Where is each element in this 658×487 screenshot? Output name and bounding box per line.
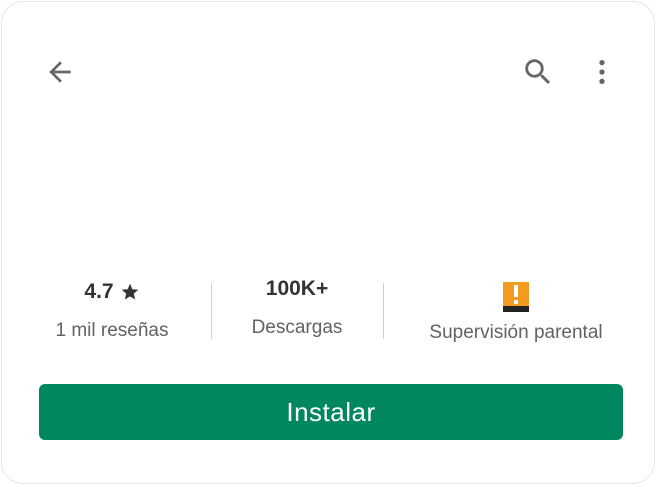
more-options-button[interactable]: [582, 50, 622, 94]
rating-value-row: 4.7: [32, 280, 192, 304]
search-icon: [525, 59, 551, 85]
install-button[interactable]: Instalar: [39, 384, 623, 440]
parental-label: Supervisión parental: [429, 322, 603, 343]
more-vertical-icon: [599, 60, 605, 84]
star-icon: [121, 283, 138, 300]
rating-stat[interactable]: 4.7 1 mil reseñas: [32, 280, 192, 342]
back-button[interactable]: [38, 50, 82, 94]
arrow-back-icon: [49, 61, 71, 83]
downloads-value: 100K+: [265, 277, 329, 300]
downloads-label: Descargas: [251, 317, 343, 338]
divider: [383, 283, 384, 339]
divider: [211, 283, 212, 339]
rating-label: 1 mil reseñas: [55, 320, 169, 341]
parental-supervision-stat[interactable]: Supervisión parental: [404, 282, 628, 344]
downloads-stat: 100K+ Descargas: [222, 277, 372, 339]
parental-icon-row: [404, 282, 628, 312]
rating-value: 4.7: [84, 280, 114, 303]
parental-supervision-icon: [503, 282, 529, 312]
app-details-card: 4.7 1 mil reseñas 100K+ Descargas Superv…: [1, 1, 655, 484]
search-button[interactable]: [516, 50, 560, 94]
